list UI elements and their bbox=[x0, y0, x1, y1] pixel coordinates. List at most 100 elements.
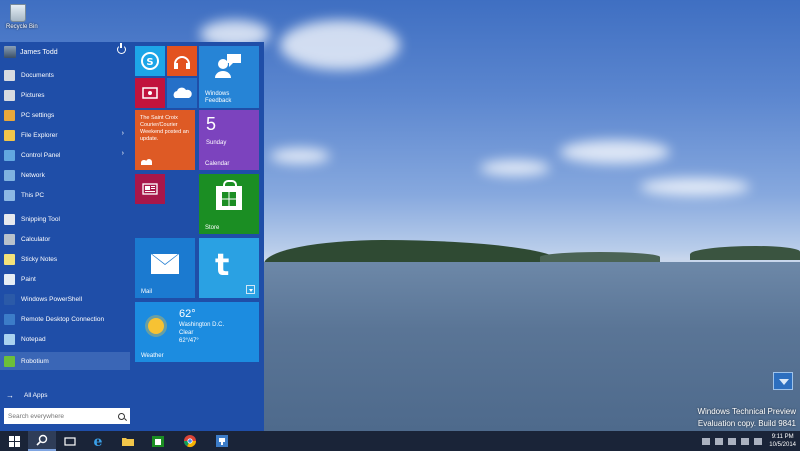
search-icon[interactable] bbox=[118, 412, 125, 420]
cloud bbox=[640, 178, 750, 196]
menu-item-label: Notepad bbox=[21, 335, 46, 343]
tile-calendar[interactable]: 5 Sunday Calendar bbox=[199, 110, 259, 170]
all-apps-button[interactable]: → All Apps bbox=[0, 388, 130, 402]
power-icon[interactable] bbox=[117, 43, 126, 54]
menu-item[interactable]: Windows PowerShell bbox=[0, 290, 130, 308]
start-menu-app-list: James Todd Documents Pictures PC settings F… bbox=[0, 42, 130, 431]
desktop-scroll-button[interactable] bbox=[773, 372, 793, 390]
remote-desktop-icon bbox=[4, 313, 15, 325]
task-view-button[interactable] bbox=[56, 431, 84, 451]
menu-item[interactable]: Paint bbox=[0, 270, 130, 288]
tray-icon[interactable] bbox=[728, 437, 737, 445]
menu-item-label: Windows PowerShell bbox=[21, 295, 83, 303]
tile-people[interactable]: The Saint Croix Courier/Courier Weekend … bbox=[135, 110, 195, 170]
tile-onedrive[interactable] bbox=[167, 78, 197, 108]
tile-news[interactable] bbox=[135, 174, 165, 204]
menu-item-label: File Explorer bbox=[21, 131, 58, 139]
windows-logo-icon bbox=[222, 192, 236, 206]
menu-item[interactable]: File Explorer › bbox=[0, 126, 130, 144]
tile-label: Store bbox=[205, 225, 220, 231]
network-icon[interactable] bbox=[741, 437, 750, 445]
feedback-icon bbox=[215, 54, 241, 78]
clock-time: 9:11 PM bbox=[771, 434, 794, 440]
menu-item-label: Network bbox=[21, 171, 45, 179]
tile-windows-feedback[interactable]: Windows Feedback bbox=[199, 46, 259, 108]
menu-item[interactable]: PC settings bbox=[0, 106, 130, 124]
menu-item[interactable]: Remote Desktop Connection bbox=[0, 310, 130, 328]
menu-item-label: Robotium bbox=[21, 357, 49, 365]
arrow-right-icon: → bbox=[6, 390, 14, 400]
taskbar-chrome[interactable] bbox=[176, 431, 204, 451]
start-button[interactable] bbox=[0, 431, 28, 451]
user-name: James Todd bbox=[20, 48, 58, 56]
tile-mail[interactable]: Mail bbox=[135, 238, 195, 298]
tile-twitter[interactable]: t bbox=[199, 238, 259, 298]
menu-item[interactable]: Robotium bbox=[0, 352, 130, 370]
taskbar-search-button[interactable] bbox=[28, 431, 56, 451]
robot-icon bbox=[4, 355, 15, 367]
menu-item[interactable]: Documents bbox=[0, 66, 130, 84]
menu-item[interactable]: Notepad bbox=[0, 330, 130, 348]
watermark-line2: Evaluation copy. Build 9841 bbox=[697, 419, 796, 428]
store-bag-icon bbox=[216, 180, 242, 210]
chevron-right-icon[interactable]: › bbox=[122, 130, 124, 137]
system-tray: 9:11 PM 10/5/2014 bbox=[702, 432, 796, 450]
powershell-icon bbox=[4, 293, 15, 305]
start-menu: James Todd Documents Pictures PC settings F… bbox=[0, 42, 264, 431]
search-box[interactable] bbox=[4, 408, 130, 424]
store-icon bbox=[152, 436, 164, 447]
watermark-line1: Windows Technical Preview bbox=[697, 407, 796, 416]
tile-label: Mail bbox=[141, 289, 153, 295]
chevron-right-icon[interactable]: › bbox=[122, 150, 124, 157]
evaluation-watermark: Windows Technical Preview Evaluation cop… bbox=[697, 406, 796, 430]
taskbar-file-explorer[interactable] bbox=[114, 431, 142, 451]
tray-icon[interactable] bbox=[702, 437, 711, 445]
weather-range: 62°/47° bbox=[179, 338, 199, 344]
tile-music[interactable] bbox=[167, 46, 197, 76]
tray-icon[interactable] bbox=[715, 437, 724, 445]
tile-weather[interactable]: 62° Washington D.C. Clear 62°/47° Weathe… bbox=[135, 302, 259, 362]
cloud bbox=[270, 148, 330, 164]
menu-item[interactable]: Pictures bbox=[0, 86, 130, 104]
tile-skype[interactable]: S bbox=[135, 46, 165, 76]
search-icon bbox=[36, 434, 48, 446]
taskbar-store[interactable] bbox=[144, 431, 172, 451]
scissors-icon bbox=[4, 213, 15, 225]
tile-video[interactable] bbox=[135, 78, 165, 108]
svg-text:e: e bbox=[94, 434, 103, 448]
calendar-day: 5 bbox=[206, 114, 217, 134]
menu-item[interactable]: This PC bbox=[0, 186, 130, 204]
news-icon bbox=[142, 183, 158, 195]
tile-store[interactable]: Store bbox=[199, 174, 259, 234]
cloud bbox=[280, 20, 400, 70]
taskbar-internet-explorer[interactable]: e bbox=[84, 431, 112, 451]
tile-label: Weather bbox=[141, 353, 164, 359]
menu-item[interactable]: Calculator bbox=[0, 230, 130, 248]
menu-item-label: Documents bbox=[21, 71, 54, 79]
network-icon bbox=[4, 169, 15, 181]
menu-item[interactable]: Sticky Notes bbox=[0, 250, 130, 268]
taskbar-remote-desktop[interactable] bbox=[208, 431, 236, 451]
avatar bbox=[4, 46, 16, 58]
menu-item[interactable]: Snipping Tool bbox=[0, 210, 130, 228]
menu-item[interactable]: Network bbox=[0, 166, 130, 184]
clock[interactable]: 9:11 PM 10/5/2014 bbox=[769, 433, 796, 449]
computer-icon bbox=[4, 189, 15, 201]
folder-icon bbox=[4, 129, 15, 141]
gear-icon bbox=[4, 109, 15, 121]
cloud-icon bbox=[173, 87, 192, 98]
recycle-bin-shortcut[interactable]: Recycle Bin bbox=[6, 2, 38, 36]
volume-icon[interactable] bbox=[754, 437, 763, 445]
taskbar: e 9:11 PM 10/5/2014 bbox=[0, 431, 800, 451]
weather-city: Washington D.C. bbox=[179, 322, 225, 328]
pictures-icon bbox=[4, 89, 15, 101]
people-icon bbox=[141, 157, 152, 165]
user-account[interactable]: James Todd bbox=[0, 44, 130, 60]
folder-icon bbox=[122, 438, 134, 446]
menu-item-label: Calculator bbox=[21, 235, 51, 243]
menu-item[interactable]: Control Panel › bbox=[0, 146, 130, 164]
menu-item-label: PC settings bbox=[21, 111, 55, 119]
search-input[interactable] bbox=[8, 412, 116, 420]
menu-item-label: Control Panel bbox=[21, 151, 61, 159]
sun-icon bbox=[148, 318, 164, 334]
